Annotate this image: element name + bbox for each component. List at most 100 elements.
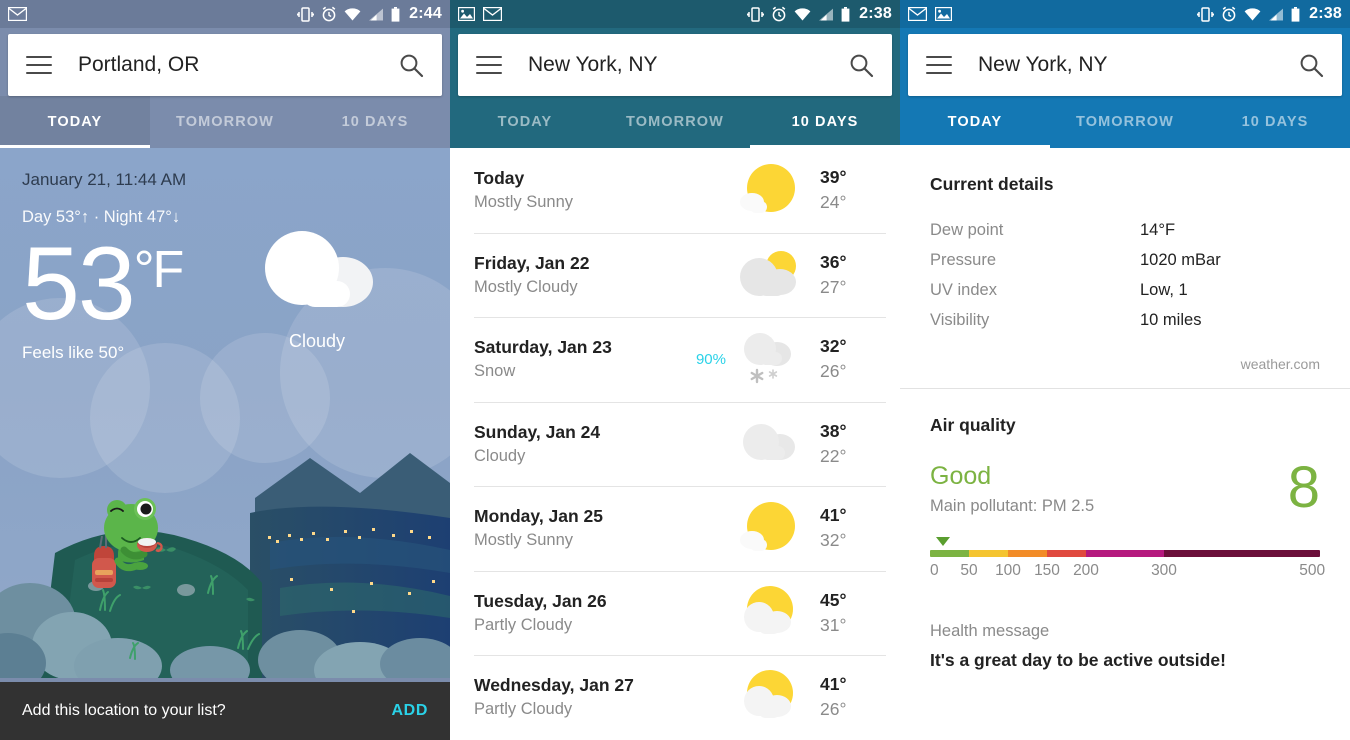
- status-notification-icons: [458, 7, 502, 21]
- table-row[interactable]: Friday, Jan 22 Mostly Cloudy 36° 27°: [450, 232, 900, 318]
- today-summary: January 21, 11:44 AM Day 53°↑ · Night 47…: [0, 148, 450, 678]
- temperature-value: 53: [22, 226, 136, 342]
- snow-icon: [744, 333, 791, 384]
- search-bar[interactable]: New York, NY: [908, 34, 1342, 96]
- alarm-icon: [1222, 6, 1236, 22]
- status-notification-icons: [8, 7, 27, 21]
- panel-newyork-details: 2:38 New York, NY TODAY TOMORROW 10 DAYS…: [900, 0, 1350, 740]
- status-system-icons: 2:38: [747, 5, 892, 23]
- search-input[interactable]: New York, NY: [528, 53, 848, 77]
- panel-portland-today: 2:44 Portland, OR TODAY TOMORROW 10 DAYS: [0, 0, 450, 740]
- battery-icon: [391, 6, 400, 22]
- aq-segment-moderate: [969, 550, 1008, 557]
- aq-tick: 150: [1034, 562, 1060, 579]
- forecast-low: 26°: [820, 699, 847, 720]
- forecast-low: 27°: [820, 276, 847, 297]
- status-bar: 2:38: [900, 0, 1350, 28]
- aq-main-pollutant: Main pollutant: PM 2.5: [930, 497, 1095, 515]
- tab-tomorrow[interactable]: TOMORROW: [600, 96, 750, 148]
- current-condition: Cloudy: [232, 226, 402, 352]
- forecast-day: Saturday, Jan 23: [474, 337, 612, 358]
- tab-tomorrow[interactable]: TOMORROW: [150, 96, 300, 148]
- menu-icon[interactable]: [26, 56, 52, 74]
- forecast-condition: Partly Cloudy: [474, 700, 573, 719]
- status-time: 2:44: [409, 5, 442, 22]
- tab-bar: TODAY TOMORROW 10 DAYS: [900, 96, 1350, 148]
- current-datetime: January 21, 11:44 AM: [22, 170, 187, 189]
- search-input[interactable]: Portland, OR: [78, 53, 398, 77]
- forecast-condition: Partly Cloudy: [474, 615, 573, 634]
- tab-today[interactable]: TODAY: [450, 96, 600, 148]
- app-header: 2:38 New York, NY TODAY TOMORROW 10 DAYS: [900, 0, 1350, 148]
- forecast-condition: Cloudy: [474, 446, 526, 465]
- vibrate-icon: [747, 6, 765, 22]
- tab-tomorrow[interactable]: TOMORROW: [1050, 96, 1200, 148]
- three-phone-screenshots: 2:44 Portland, OR TODAY TOMORROW 10 DAYS: [0, 0, 1350, 740]
- menu-icon[interactable]: [476, 56, 502, 74]
- forecast-day: Today: [474, 168, 525, 189]
- mostly-cloudy-icon: [740, 250, 796, 296]
- tab-10-days[interactable]: 10 DAYS: [750, 96, 900, 148]
- forecast-day: Friday, Jan 22: [474, 252, 590, 273]
- table-row[interactable]: Tuesday, Jan 26 Partly Cloudy 45° 31°: [450, 570, 900, 656]
- search-icon[interactable]: [1298, 52, 1324, 78]
- table-row[interactable]: Saturday, Jan 23 Snow 90% 32° 26°: [450, 317, 900, 402]
- forecast-high: 39°: [820, 167, 847, 188]
- tab-10-days[interactable]: 10 DAYS: [1200, 96, 1350, 148]
- tab-bar: TODAY TOMORROW 10 DAYS: [0, 96, 450, 148]
- add-button[interactable]: ADD: [392, 702, 428, 720]
- app-header: 2:38 New York, NY TODAY TOMORROW 10 DAYS: [450, 0, 900, 148]
- status-system-icons: 2:44: [297, 5, 442, 23]
- table-row[interactable]: Monday, Jan 25 Mostly Sunny 41° 32°: [450, 486, 900, 571]
- aq-color-bar: [930, 550, 1320, 557]
- partly-cloudy-icon: [744, 670, 793, 719]
- card-title: Current details: [930, 174, 1054, 194]
- forecast-day: Wednesday, Jan 27: [474, 675, 634, 696]
- forecast-icon-wrap: [730, 161, 806, 219]
- tab-today[interactable]: TODAY: [0, 96, 150, 148]
- tab-10-days[interactable]: 10 DAYS: [300, 96, 450, 148]
- forecast-list: Today Mostly Sunny 39° 24° Friday, Jan 2…: [450, 148, 900, 740]
- search-icon[interactable]: [398, 52, 424, 78]
- wifi-icon: [794, 7, 811, 20]
- status-bar: 2:44: [0, 0, 450, 28]
- aq-axis-ticks: 0 50 100 150 200 300 500: [930, 562, 1325, 584]
- wifi-icon: [1244, 7, 1261, 20]
- partly-cloudy-icon: [744, 585, 793, 634]
- forecast-high: 41°: [820, 674, 847, 695]
- condition-label: Cloudy: [288, 331, 346, 351]
- forecast-day: Monday, Jan 25: [474, 506, 604, 527]
- mail-icon: [483, 7, 502, 21]
- app-header: Portland, OR TODAY TOMORROW 10 DAYS: [0, 28, 450, 148]
- air-quality-card: Air quality Good Main pollutant: PM 2.5 …: [900, 389, 1350, 687]
- panel-newyork-10days: 2:38 New York, NY TODAY TOMORROW 10 DAYS…: [450, 0, 900, 740]
- status-time: 2:38: [859, 5, 892, 22]
- detail-value: 14°F: [1140, 221, 1176, 239]
- current-temperature: 53°F: [22, 231, 184, 337]
- precip-probability: 90%: [695, 350, 726, 368]
- search-input[interactable]: New York, NY: [978, 53, 1298, 77]
- search-bar[interactable]: New York, NY: [458, 34, 892, 96]
- forecast-high: 36°: [820, 251, 847, 272]
- current-details-card: Current details Dew point 14°F Pressure …: [900, 148, 1350, 388]
- aq-segment-unhealthy: [1047, 550, 1086, 557]
- forecast-low: 24°: [820, 192, 847, 213]
- aq-tick: 500: [1299, 562, 1326, 579]
- status-notification-icons: [908, 7, 952, 21]
- table-row[interactable]: Wednesday, Jan 27 Partly Cloudy 41° 26°: [450, 655, 900, 740]
- tab-today[interactable]: TODAY: [900, 96, 1050, 148]
- tab-bar: TODAY TOMORROW 10 DAYS: [450, 96, 900, 148]
- detail-value: Low, 1: [1140, 281, 1188, 299]
- menu-icon[interactable]: [926, 56, 952, 74]
- table-row[interactable]: Today Mostly Sunny 39° 24°: [450, 148, 900, 233]
- attribution[interactable]: weather.com: [930, 356, 1320, 372]
- vibrate-icon: [1197, 6, 1215, 22]
- aq-tick: 0: [930, 562, 939, 579]
- status-time: 2:38: [1309, 5, 1342, 22]
- aq-rating: Good: [930, 462, 992, 490]
- search-bar[interactable]: Portland, OR: [8, 34, 442, 96]
- search-icon[interactable]: [848, 52, 874, 78]
- forecast-icon-wrap: [730, 499, 806, 557]
- status-bar: 2:38: [450, 0, 900, 28]
- table-row[interactable]: Sunday, Jan 24 Cloudy 38° 22°: [450, 401, 900, 487]
